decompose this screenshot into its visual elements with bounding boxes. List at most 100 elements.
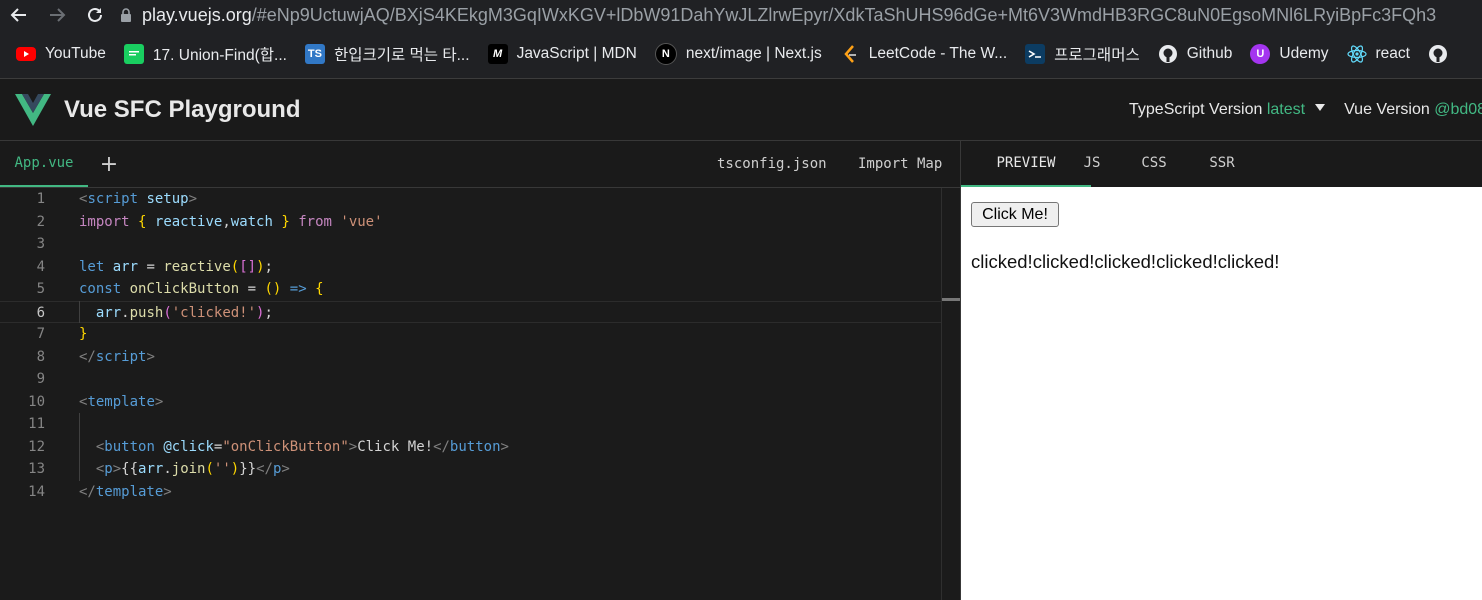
- code-line[interactable]: 11: [0, 413, 941, 436]
- typescript-version-select[interactable]: TypeScript Version latest: [1129, 101, 1305, 119]
- code-token: >: [146, 348, 155, 365]
- scrollbar-cursor-marker: [942, 298, 961, 301]
- code-line[interactable]: 7}: [0, 323, 941, 346]
- code-token: {{: [121, 461, 139, 477]
- code-line[interactable]: 3: [0, 233, 941, 256]
- reload-button[interactable]: [76, 0, 114, 30]
- bookmark-leetcode[interactable]: LeetCode - The W...: [840, 44, 1007, 64]
- bookmark-programmers[interactable]: 프로그래머스: [1025, 43, 1140, 65]
- indent-guide: [79, 300, 80, 323]
- code-line[interactable]: 4 let arr = reactive([]);: [0, 256, 941, 279]
- tab-css[interactable]: CSS: [1133, 141, 1175, 185]
- code-line[interactable]: 2 import { reactive,watch } from 'vue': [0, 211, 941, 234]
- bookmark-label: Udemy: [1279, 45, 1329, 62]
- code-token: template: [95, 483, 164, 500]
- add-file-button[interactable]: +: [100, 141, 118, 187]
- header-controls: TypeScript Version latest Vue Version @b…: [1129, 79, 1482, 140]
- line-number: 12: [28, 438, 45, 455]
- arrow-left-icon: [10, 8, 26, 22]
- code-text: </template>: [79, 481, 172, 504]
- code-line[interactable]: 10 <template>: [0, 391, 941, 414]
- line-number: 5: [36, 281, 45, 297]
- code-token: }}: [239, 461, 257, 477]
- tsconfig-button[interactable]: tsconfig.json: [717, 141, 827, 187]
- editor-scrollbar[interactable]: [941, 188, 961, 600]
- code-token: >: [348, 438, 358, 455]
- code-line[interactable]: 6 arr.push('clicked!');: [0, 300, 941, 323]
- vue-version-value: @bd08: [1434, 100, 1482, 118]
- bookmark-union-find[interactable]: 17. Union-Find(합...: [123, 43, 287, 65]
- bookmark-github[interactable]: Github: [1158, 44, 1233, 64]
- code-token: script: [87, 191, 139, 207]
- bookmark-label: next/image | Next.js: [685, 45, 822, 62]
- bookmark-typescript[interactable]: TS 한입크기로 먹는 타...: [304, 43, 470, 65]
- code-token: >: [112, 461, 122, 477]
- typescript-icon: TS: [304, 44, 325, 64]
- code-token: '': [213, 461, 231, 477]
- import-map-button[interactable]: Import Map: [858, 141, 942, 187]
- code-editor[interactable]: 1 <script setup> 2 import { reactive,watch …: [0, 188, 941, 600]
- code-token: ,: [222, 213, 231, 230]
- tab-ssr[interactable]: SSR: [1201, 141, 1243, 185]
- code-text: <p>{{arr.join('')}}</p>: [79, 458, 290, 481]
- line-number: 7: [36, 326, 45, 342]
- bookmark-label: Github: [1186, 45, 1233, 62]
- code-token: let: [79, 258, 105, 275]
- line-number: 10: [28, 393, 45, 410]
- tab-app-vue[interactable]: App.vue: [0, 141, 88, 187]
- code-text: <script setup>: [79, 188, 197, 211]
- line-number: 13: [28, 461, 45, 477]
- url-field[interactable]: play.vuejs.org/#eNp9UctuwjAQ/BXjS4KEkgM3…: [116, 5, 1436, 26]
- code-token: </: [79, 348, 96, 365]
- app-header: Vue SFC Playground TypeScript Version la…: [0, 79, 1482, 141]
- code-token: arr: [112, 258, 139, 275]
- code-token: (: [205, 461, 214, 477]
- code-token: ): [230, 461, 240, 477]
- bookmark-nextjs[interactable]: N next/image | Next.js: [654, 43, 822, 65]
- browser-address-bar: play.vuejs.org/#eNp9UctuwjAQ/BXjS4KEkgM3…: [0, 0, 1482, 30]
- code-token: =: [138, 258, 164, 275]
- bookmark-youtube[interactable]: YouTube: [16, 44, 106, 64]
- click-me-button[interactable]: Click Me!: [971, 202, 1059, 227]
- app-title: Vue SFC Playground: [64, 95, 301, 123]
- code-token: template: [87, 393, 155, 410]
- bookmark-label: 17. Union-Find(합...: [152, 47, 287, 64]
- code-line[interactable]: 13 <p>{{arr.join('')}}</p>: [0, 458, 941, 481]
- code-token: =>: [289, 281, 307, 297]
- code-line[interactable]: 1 <script setup>: [0, 188, 941, 211]
- indent-guide: [79, 413, 80, 481]
- bookmark-mdn[interactable]: M JavaScript | MDN: [487, 44, 637, 64]
- bookmark-udemy[interactable]: U Udemy: [1250, 44, 1329, 64]
- back-button[interactable]: [0, 0, 38, 30]
- line-number: 1: [36, 191, 45, 207]
- bookmark-label: JavaScript | MDN: [516, 45, 637, 62]
- ts-version-value: latest: [1266, 100, 1306, 118]
- code-line[interactable]: 9: [0, 368, 941, 391]
- nextjs-icon: N: [654, 43, 677, 65]
- code-token: >: [188, 191, 198, 207]
- code-line[interactable]: 12 <button @click="onClickButton">Click …: [0, 436, 941, 459]
- code-line[interactable]: 8 </script>: [0, 346, 941, 369]
- forward-button[interactable]: [38, 0, 76, 30]
- code-token: Click Me!: [357, 438, 434, 455]
- code-line[interactable]: 5 const onClickButton = () => {: [0, 278, 941, 301]
- code-token: {: [315, 281, 324, 297]
- bookmark-react[interactable]: react: [1346, 44, 1410, 64]
- code-token: []: [239, 258, 257, 275]
- code-token: >: [154, 393, 164, 410]
- code-token: const: [79, 281, 122, 297]
- line-number: 6: [36, 304, 45, 321]
- react-icon: [1346, 44, 1367, 64]
- bookmark-github-2[interactable]: [1428, 44, 1457, 64]
- url-domain: play.vuejs.org: [142, 4, 252, 25]
- url-path: /#eNp9UctuwjAQ/BXjS4KEkgM3GqIWxKGV+lDbW9…: [251, 4, 1437, 25]
- vue-version-select[interactable]: Vue Version @bd08: [1344, 101, 1482, 119]
- chevron-down-icon[interactable]: [1315, 104, 1326, 111]
- bookmark-label: react: [1375, 45, 1410, 62]
- tab-js[interactable]: JS: [1071, 141, 1113, 185]
- code-line[interactable]: 14 </template>: [0, 481, 941, 504]
